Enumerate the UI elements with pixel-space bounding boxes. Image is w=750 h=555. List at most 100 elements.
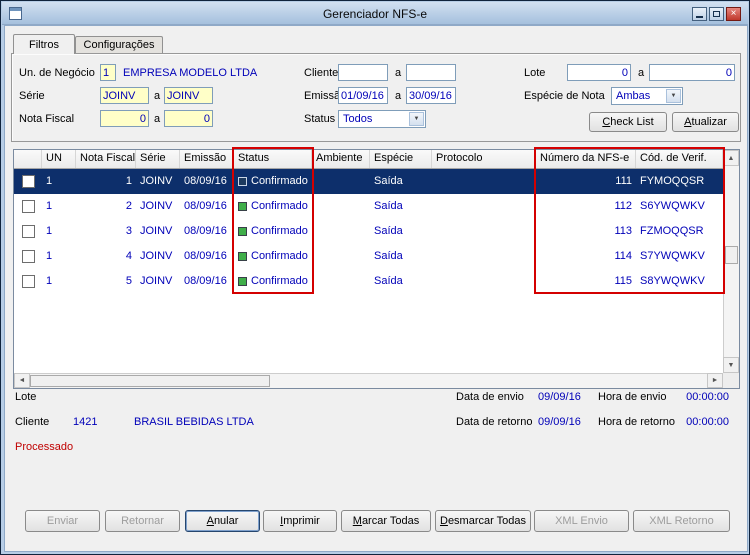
cell-cod-verif: FYMOQQSR <box>640 175 705 187</box>
maximize-button[interactable] <box>709 7 724 21</box>
row-checkbox-cell <box>14 219 42 244</box>
cell-serie: JOINV <box>140 250 173 262</box>
vertical-scrollbar[interactable]: ▲ ▼ <box>723 150 739 373</box>
especie-nota-select-value: Ambas <box>616 90 651 102</box>
nota-fiscal-ate-input[interactable] <box>164 110 213 127</box>
row-checkbox[interactable] <box>21 200 35 213</box>
row-checkbox[interactable] <box>21 250 35 263</box>
label-lote: Lote <box>524 67 546 79</box>
atualizar-button[interactable]: Atualizar <box>672 112 739 132</box>
imprimir-button[interactable]: Imprimir <box>263 510 337 532</box>
especie-nota-select[interactable]: Ambas ▼ <box>611 87 683 105</box>
table-row[interactable]: 1 2 JOINV 08/09/16 Confirmado Saída 112 … <box>14 194 723 219</box>
app-window: Gerenciador NFS-e × Filtros Configuraçõe… <box>0 0 750 555</box>
status-select[interactable]: Todos ▼ <box>338 110 426 128</box>
status-square-icon <box>238 227 247 236</box>
col-header-status[interactable]: Status <box>234 150 312 168</box>
cell-nota-fiscal: 5 <box>125 275 132 287</box>
tab-configuracoes[interactable]: Configurações <box>75 36 163 53</box>
scrollbar-corner <box>723 373 739 388</box>
scroll-right-button[interactable]: ► <box>707 373 723 388</box>
cell-emissao: 08/09/16 <box>184 250 227 262</box>
serie-de-input[interactable] <box>100 87 149 104</box>
row-checkbox[interactable] <box>21 225 35 238</box>
col-header-serie[interactable]: Série <box>136 150 180 168</box>
nota-fiscal-de-input[interactable] <box>100 110 149 127</box>
status-square-icon <box>238 177 247 186</box>
col-header-checkbox[interactable] <box>14 150 42 168</box>
window-title: Gerenciador NFS-e <box>322 7 428 21</box>
col-header-numero-nfse[interactable]: Número da NFS-e <box>536 150 636 168</box>
label-range-a: a <box>395 90 402 102</box>
lote-ate-input[interactable] <box>649 64 735 81</box>
check-list-button[interactable]: Check List <box>589 112 667 132</box>
anular-button[interactable]: Anular <box>185 510 260 532</box>
col-header-emissao[interactable]: Emissão <box>180 150 234 168</box>
cell-un: 1 <box>46 200 53 212</box>
cell-status: Confirmado <box>234 244 312 269</box>
label-range-a: a <box>154 113 161 125</box>
cell-status: Confirmado <box>234 194 312 219</box>
horizontal-scroll-thumb[interactable] <box>30 375 270 387</box>
enviar-button[interactable]: Enviar <box>25 510 100 532</box>
minimize-button[interactable] <box>692 7 707 21</box>
close-button[interactable]: × <box>726 7 741 21</box>
cell-numero-nfse: 112 <box>614 200 632 212</box>
col-header-ambiente[interactable]: Ambiente <box>312 150 370 168</box>
table-row[interactable]: 1 3 JOINV 08/09/16 Confirmado Saída 113 … <box>14 219 723 244</box>
label-range-a: a <box>638 67 645 79</box>
label-especie-nota: Espécie de Nota <box>524 90 605 102</box>
col-header-un[interactable]: UN <box>42 150 76 168</box>
table-row[interactable]: 1 5 JOINV 08/09/16 Confirmado Saída 115 … <box>14 269 723 294</box>
row-checkbox[interactable] <box>21 175 35 188</box>
scroll-down-button[interactable]: ▼ <box>723 357 739 373</box>
un-negocio-input[interactable] <box>100 64 116 81</box>
row-checkbox-cell <box>14 169 42 194</box>
cell-serie: JOINV <box>140 200 173 212</box>
tab-filtros[interactable]: Filtros <box>13 34 75 54</box>
cell-especie: Saída <box>374 250 403 262</box>
cell-protocolo <box>432 244 536 269</box>
cell-status: Confirmado <box>234 219 312 244</box>
row-checkbox[interactable] <box>21 275 35 288</box>
row-checkbox-cell <box>14 244 42 269</box>
cell-emissao: 08/09/16 <box>184 175 227 187</box>
emissao-de-input[interactable] <box>338 87 388 104</box>
cliente-de-input[interactable] <box>338 64 388 81</box>
scroll-left-button[interactable]: ◄ <box>14 373 30 388</box>
cell-cod-verif: S7YWQWKV <box>640 250 705 262</box>
cliente-codigo-value: 1421 <box>73 416 98 428</box>
label-range-a: a <box>154 90 161 102</box>
xml-envio-button[interactable]: XML Envio <box>534 510 629 532</box>
table-row[interactable]: 1 1 JOINV 08/09/16 Confirmado Saída 111 … <box>14 169 723 194</box>
xml-retorno-button[interactable]: XML Retorno <box>633 510 730 532</box>
cell-especie: Saída <box>374 175 403 187</box>
cell-emissao: 08/09/16 <box>184 225 227 237</box>
retornar-button[interactable]: Retornar <box>105 510 180 532</box>
serie-ate-input[interactable] <box>164 87 213 104</box>
horizontal-scrollbar[interactable]: ◄ ► <box>14 373 723 388</box>
cell-nota-fiscal: 4 <box>125 250 132 262</box>
un-negocio-name: EMPRESA MODELO LTDA <box>123 67 258 79</box>
row-checkbox-cell <box>14 194 42 219</box>
cliente-ate-input[interactable] <box>406 64 456 81</box>
cell-emissao: 08/09/16 <box>184 275 227 287</box>
maximize-icon <box>713 11 720 17</box>
scroll-up-button[interactable]: ▲ <box>723 150 739 166</box>
col-header-cod-verif[interactable]: Cód. de Verif. <box>636 150 723 168</box>
status-label: Confirmado <box>251 200 308 212</box>
cell-serie: JOINV <box>140 275 173 287</box>
table-row[interactable]: 1 4 JOINV 08/09/16 Confirmado Saída 114 … <box>14 244 723 269</box>
label-nota-fiscal: Nota Fiscal <box>19 113 75 125</box>
vertical-scroll-thumb[interactable] <box>725 246 738 264</box>
emissao-ate-input[interactable] <box>406 87 456 104</box>
lote-de-input[interactable] <box>567 64 631 81</box>
label-data-retorno: Data de retorno <box>456 416 533 428</box>
desmarcar-todas-button[interactable]: Desmarcar Todas <box>435 510 531 532</box>
col-header-protocolo[interactable]: Protocolo <box>432 150 536 168</box>
col-header-especie[interactable]: Espécie <box>370 150 432 168</box>
marcar-todas-button[interactable]: Marcar Todas <box>341 510 431 532</box>
cell-un: 1 <box>46 250 53 262</box>
col-header-nota-fiscal[interactable]: Nota Fiscal <box>76 150 136 168</box>
cell-ambiente <box>312 269 370 294</box>
